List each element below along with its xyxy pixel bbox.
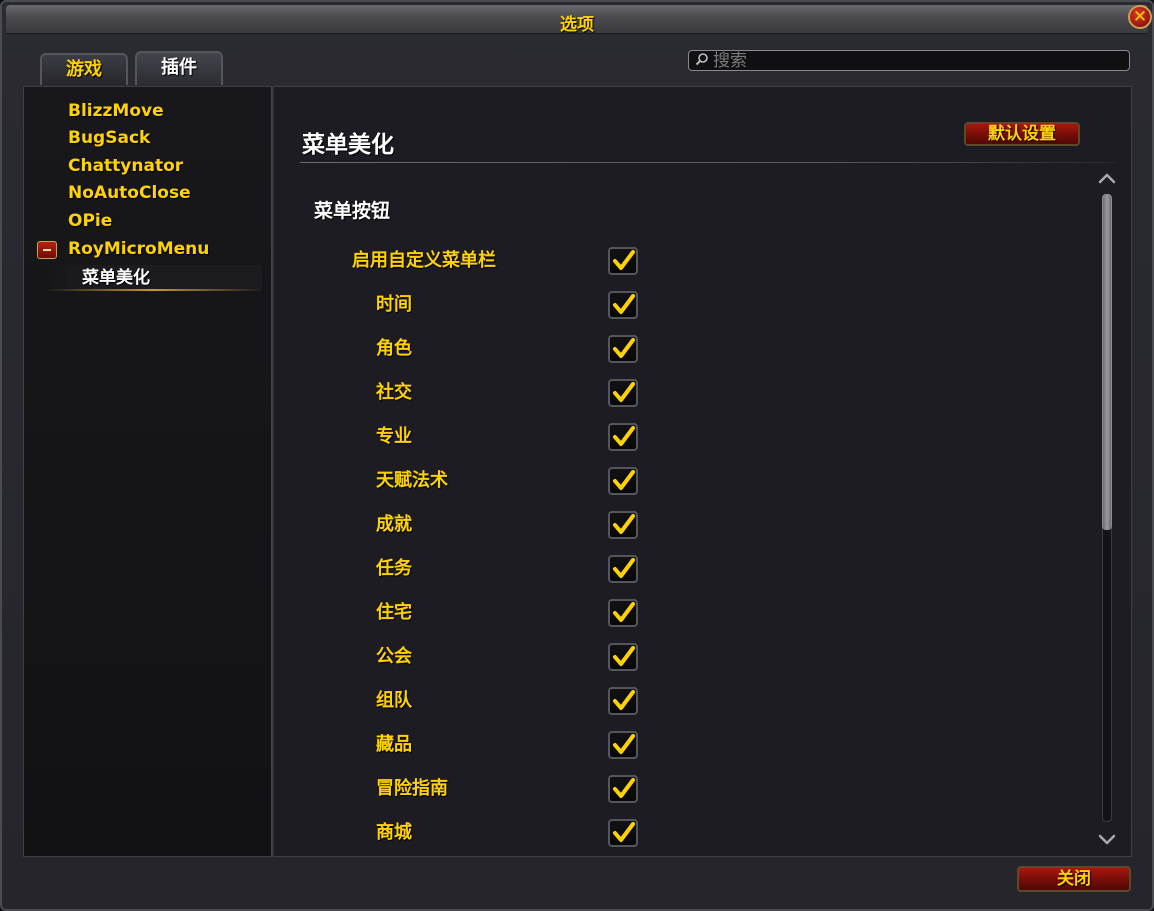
chevron-down-icon[interactable] [1097,833,1117,847]
option-checkbox[interactable] [608,555,638,583]
sidebar-item-roymicromenu[interactable]: RoyMicroMenu [68,236,209,262]
check-icon [613,294,635,314]
check-icon [613,558,635,578]
option-checkbox[interactable] [608,819,638,847]
option-checkbox[interactable] [608,643,638,671]
check-icon [613,690,635,710]
option-checkbox[interactable] [608,247,638,275]
sidebar-item-chattynator[interactable]: Chattynator [68,153,183,179]
option-checkbox[interactable] [608,335,638,363]
option-checkbox[interactable] [608,775,638,803]
close-button[interactable]: 关闭 [1017,866,1131,892]
option-checkbox[interactable] [608,291,638,319]
search-input[interactable] [713,51,1123,70]
check-icon [613,426,635,446]
option-label: 冒险指南 [376,778,448,799]
option-label: 时间 [376,294,412,315]
settings-panel: 菜单美化 默认设置 菜单按钮 启用自定义菜单栏 时间 角色 社交 专业 天赋法术… [274,86,1132,857]
check-icon [613,602,635,622]
close-window-button[interactable]: ✕ [1128,5,1152,29]
option-checkbox[interactable] [608,599,638,627]
check-icon [613,778,635,798]
option-checkbox[interactable] [608,379,638,407]
option-checkbox[interactable] [608,467,638,495]
chevron-up-icon[interactable] [1097,171,1117,185]
option-checkbox[interactable] [608,731,638,759]
option-checkbox[interactable] [608,687,638,715]
check-icon [613,338,635,358]
window-title: 选项 [560,15,594,35]
option-label: 住宅 [376,602,412,623]
sidebar-item-bugsack[interactable]: BugSack [68,125,150,151]
option-checkbox[interactable] [608,511,638,539]
sidebar-item-menu-beautify[interactable]: 菜单美化 [46,265,262,291]
selection-highlight [46,289,262,291]
sidebar-item-opie[interactable]: OPie [68,208,112,234]
option-label: 任务 [376,558,412,579]
tab-game[interactable]: 游戏 [40,53,128,85]
check-icon [613,514,635,534]
search-icon [695,53,708,66]
page-title: 菜单美化 [302,132,394,158]
check-icon [613,250,635,270]
check-icon [613,382,635,402]
defaults-button[interactable]: 默认设置 [964,122,1080,146]
sidebar-item-blizzmove[interactable]: BlizzMove [68,98,164,124]
option-checkbox[interactable] [608,423,638,451]
search-box[interactable] [688,50,1130,71]
option-label: 成就 [376,514,412,535]
option-label: 商城 [376,822,412,843]
options-window: 选项 ✕ 游戏 插件 BlizzMove BugSack Chattynator… [0,0,1154,911]
check-icon [613,734,635,754]
option-label: 启用自定义菜单栏 [352,250,496,271]
option-label: 角色 [376,338,412,359]
addon-list: BlizzMove BugSack Chattynator NoAutoClos… [23,86,271,857]
option-label: 专业 [376,426,412,447]
sidebar-item-noautoclose[interactable]: NoAutoClose [68,180,191,206]
option-label: 藏品 [376,734,412,755]
option-label: 组队 [376,690,412,711]
option-label: 社交 [376,382,412,403]
check-icon [613,822,635,842]
title-divider [300,162,1116,163]
title-bar[interactable]: 选项 [6,5,1148,35]
scrollbar-thumb[interactable] [1102,194,1112,530]
sidebar-subitem-label: 菜单美化 [82,268,150,288]
tab-addons[interactable]: 插件 [135,51,223,85]
minus-icon[interactable] [37,241,57,259]
option-label: 公会 [376,646,412,667]
section-title: 菜单按钮 [314,200,391,222]
check-icon [613,470,635,490]
option-label: 天赋法术 [376,470,448,491]
check-icon [613,646,635,666]
